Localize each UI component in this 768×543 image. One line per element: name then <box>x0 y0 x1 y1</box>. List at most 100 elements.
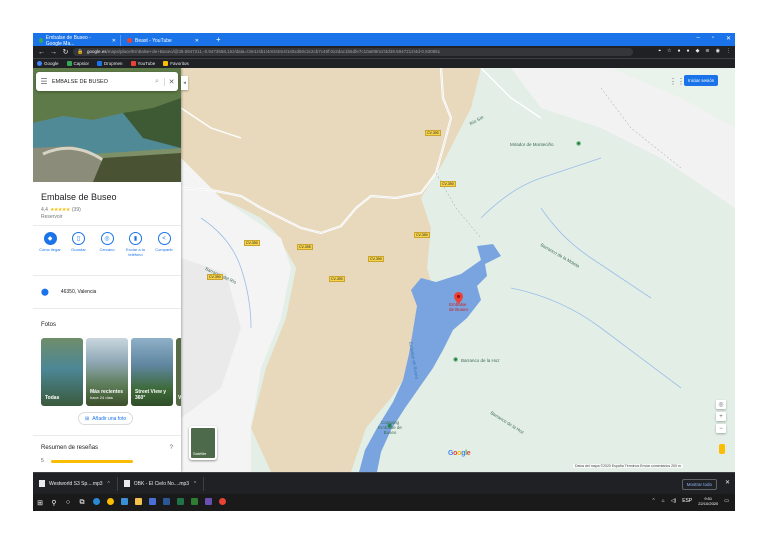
menu-icon[interactable]: ☰ <box>36 77 52 86</box>
collapse-panel-button[interactable]: ◂ <box>181 76 188 90</box>
nearby-button[interactable]: ◎ Cercano <box>94 232 120 257</box>
send-to-phone-icon: ▮ <box>129 232 142 245</box>
map-canvas[interactable] <box>181 68 735 472</box>
divider <box>33 435 181 436</box>
review-count-link[interactable]: (39) <box>72 207 81 213</box>
back-icon[interactable]: ← <box>38 49 45 56</box>
network-icon[interactable]: ⌂ <box>662 498 665 504</box>
camping-pin-icon[interactable]: ◉ <box>387 422 392 429</box>
volume-icon[interactable]: ◁) <box>671 498 677 504</box>
language-indicator[interactable]: ESP <box>682 498 692 504</box>
app-icon[interactable] <box>201 498 215 507</box>
excel-icon[interactable] <box>173 498 187 507</box>
sign-in-button[interactable]: Iniciar sesión <box>684 75 719 86</box>
search-input[interactable]: EMBALSE DE BUSEO <box>52 79 150 85</box>
bookmark-youtube[interactable]: YouTube <box>130 61 155 66</box>
chevron-up-icon[interactable]: ⌃ <box>193 481 197 487</box>
extension-icon[interactable]: ◆ <box>696 48 700 54</box>
divider <box>33 225 181 226</box>
chevron-up-icon[interactable]: ⌃ <box>651 498 655 504</box>
map-label-barranco-hoz-poi[interactable]: Barranco de la Hoz <box>461 358 500 363</box>
extension-icons: ⌖ ☆ ● ● ◆ ≋ ◉ ⋮ <box>658 48 731 54</box>
reviews-heading: Resumen de reseñas <box>41 445 99 451</box>
close-window-icon[interactable]: ✕ <box>726 35 731 42</box>
photo-video[interactable]: V <box>176 338 181 406</box>
chrome-taskbar-icon[interactable] <box>103 498 117 507</box>
apps-grid-icon[interactable]: ⋮⋮ <box>669 77 685 86</box>
store-icon[interactable] <box>145 498 159 507</box>
place-title: Embalse de Buseo <box>41 192 117 202</box>
viewpoint-pin-icon[interactable]: ◉ <box>576 140 581 147</box>
location-icon[interactable]: ⌖ <box>658 48 661 54</box>
profile-icon[interactable]: ◉ <box>716 48 720 54</box>
tab-youtube[interactable]: Beast - YouTube ✕ <box>123 35 209 46</box>
search-icon[interactable]: ⌕ <box>150 78 164 86</box>
extension-icon[interactable]: ● <box>687 48 690 54</box>
pegman-icon[interactable] <box>719 444 725 454</box>
photo-all[interactable]: Todas <box>41 338 83 406</box>
photo-street-view[interactable]: Street View y 360° <box>131 338 173 406</box>
tab-google-maps[interactable]: Embalse de Buseo - Google Ma... ✕ <box>35 34 121 47</box>
menu-dots-icon[interactable]: ⋮ <box>726 48 731 54</box>
layers-toggle[interactable]: Satélite <box>189 426 217 460</box>
place-category[interactable]: Reservoir <box>41 214 62 220</box>
place-pin-icon[interactable] <box>454 292 463 304</box>
close-downloads-icon[interactable]: ✕ <box>725 479 730 486</box>
add-photo-button[interactable]: ⊞ Añadir una foto <box>78 412 134 425</box>
photos-heading: Fotos <box>41 322 57 328</box>
my-location-icon[interactable]: ◎ <box>716 400 726 409</box>
close-icon[interactable]: ✕ <box>164 77 178 86</box>
close-tab-icon[interactable]: ✕ <box>195 38 199 44</box>
directions-button[interactable]: ◆ Cómo llegar <box>37 232 63 257</box>
show-all-button[interactable]: Mostrar todo <box>681 479 717 490</box>
star-icon[interactable]: ☆ <box>667 48 671 54</box>
notifications-icon[interactable]: ▭ <box>724 498 729 504</box>
extension-icon[interactable]: ● <box>678 48 681 54</box>
bookmark-google[interactable]: Google <box>37 61 59 66</box>
forward-icon[interactable]: → <box>50 49 57 56</box>
send-to-phone-button[interactable]: ▮ Enviar a tu teléfono <box>123 232 149 257</box>
share-button[interactable]: < Compartir <box>151 232 177 257</box>
reload-icon[interactable]: ↻ <box>62 48 69 56</box>
app-icon[interactable] <box>187 498 201 507</box>
tab-title: Embalse de Buseo - Google Ma... <box>45 34 91 47</box>
divider <box>33 275 181 276</box>
search-box[interactable]: ☰ EMBALSE DE BUSEO ⌕ ✕ <box>36 72 178 91</box>
task-view-icon[interactable]: ⧉ <box>75 499 89 507</box>
url-path: /maps/place/Embalse+de+Buseo/@39.5947211… <box>106 49 441 54</box>
word-icon[interactable] <box>159 498 173 507</box>
photo-recent[interactable]: Más recientes hace 24 días <box>86 338 128 406</box>
cast-icon[interactable]: ≋ <box>705 48 709 54</box>
new-tab-icon[interactable]: + <box>216 35 221 44</box>
map-label-mirador[interactable]: Mirador de Monteciño <box>510 142 554 147</box>
windows-start-icon[interactable]: ⊞ <box>33 499 47 507</box>
clock[interactable]: 9:51 22/10/2020 <box>698 496 718 506</box>
bookmark-favoritos[interactable]: Favoritos <box>163 61 189 66</box>
review-star-label: 5 <box>41 458 44 464</box>
cortana-icon[interactable]: ○ <box>61 499 75 506</box>
road-tag: CV-390 <box>414 232 430 238</box>
address-row[interactable]: ⬤ 46350, Valencia <box>41 288 96 296</box>
tab-strip: Embalse de Buseo - Google Ma... ✕ Beast … <box>33 33 735 47</box>
zoom-controls: ◎ + − <box>716 400 726 433</box>
park-pin-icon[interactable]: ◉ <box>453 356 458 363</box>
zoom-out-button[interactable]: − <box>716 424 726 433</box>
save-button[interactable]: ▯ Guardar <box>66 232 92 257</box>
maps-page: Mirador de Monteciño ◉ Barranco de la Mo… <box>33 68 735 472</box>
photos-icon[interactable] <box>117 498 131 507</box>
close-tab-icon[interactable]: ✕ <box>112 38 116 44</box>
chevron-up-icon[interactable]: ⌃ <box>107 481 111 487</box>
search-icon[interactable]: ⚲ <box>47 499 61 507</box>
maximize-icon[interactable]: ▫ <box>712 35 714 42</box>
bookmark-dropmen[interactable]: Dropmen <box>97 61 123 66</box>
zoom-in-button[interactable]: + <box>716 412 726 421</box>
minimize-icon[interactable]: – <box>696 35 699 42</box>
edge-icon[interactable] <box>89 498 103 507</box>
chrome-active-icon[interactable] <box>215 498 229 507</box>
bookmark-capsior[interactable]: Capsior <box>66 61 89 66</box>
folder-icon[interactable] <box>131 498 145 507</box>
download-item[interactable]: Westworld S3 Sp....mp3 ⌃ <box>39 476 118 491</box>
address-bar[interactable]: 🔒 google.es/maps/place/Embalse+de+Buseo/… <box>73 48 633 56</box>
help-icon[interactable]: ? <box>170 445 173 451</box>
download-item[interactable]: OBK - El Cielo No....mp3 ⌃ <box>123 476 205 491</box>
